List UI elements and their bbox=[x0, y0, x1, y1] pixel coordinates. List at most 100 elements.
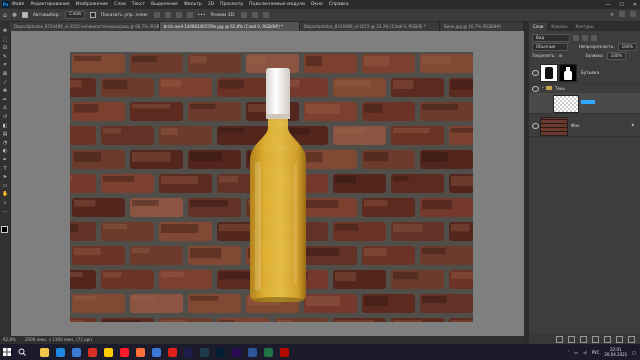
menu-item[interactable]: Окно bbox=[311, 2, 323, 7]
filter-text-icon[interactable] bbox=[591, 34, 597, 41]
opera-icon[interactable] bbox=[120, 348, 129, 357]
hand-tool-icon[interactable]: ✋ bbox=[2, 191, 8, 197]
home-icon[interactable]: ⌂ bbox=[3, 12, 7, 19]
zoom-tool-icon[interactable]: ⌕ bbox=[2, 200, 8, 206]
eye-icon[interactable] bbox=[532, 86, 539, 92]
quick-select-icon[interactable]: ✎ bbox=[2, 54, 8, 60]
edge-icon[interactable] bbox=[56, 348, 65, 357]
more-options-icon[interactable]: ••• bbox=[198, 13, 206, 18]
show-transform-checkbox[interactable] bbox=[89, 12, 96, 18]
panel-tab[interactable]: Слои bbox=[529, 22, 548, 31]
slide-3d-icon[interactable] bbox=[262, 12, 269, 18]
brush-tool-icon[interactable]: ✏ bbox=[2, 97, 8, 103]
chrome-icon[interactable] bbox=[88, 348, 97, 357]
align-center-icon[interactable] bbox=[164, 12, 171, 18]
media-encoder-icon[interactable] bbox=[200, 348, 209, 357]
filter-pixel-icon[interactable] bbox=[573, 34, 579, 41]
workspace-icon[interactable] bbox=[619, 11, 625, 17]
layer-name-edit[interactable] bbox=[581, 100, 595, 104]
align-right-icon[interactable] bbox=[175, 12, 182, 18]
healing-brush-icon[interactable]: ✚ bbox=[2, 88, 8, 94]
after-effects-icon[interactable] bbox=[184, 348, 193, 357]
history-brush-icon[interactable]: ↺ bbox=[2, 114, 8, 120]
layer-row-background[interactable]: Фон 🔒︎ bbox=[529, 114, 640, 137]
pan-3d-icon[interactable] bbox=[251, 12, 258, 18]
foreground-color-swatch[interactable] bbox=[1, 226, 8, 233]
rectangle-tool-icon[interactable]: ▭ bbox=[2, 183, 8, 189]
menu-item[interactable]: Подключаемые модули bbox=[249, 2, 305, 7]
document-canvas[interactable] bbox=[70, 52, 473, 322]
file-explorer-icon[interactable] bbox=[40, 348, 49, 357]
gradient-tool-icon[interactable]: ▤ bbox=[2, 131, 8, 137]
trash-icon[interactable] bbox=[628, 335, 635, 343]
distribute-icon[interactable] bbox=[186, 12, 193, 18]
filter-kind-dropdown[interactable]: Вид bbox=[532, 33, 570, 42]
filter-adjust-icon[interactable] bbox=[582, 34, 588, 41]
opacity-field[interactable]: 100% bbox=[617, 42, 637, 51]
panel-tab[interactable]: Контуры bbox=[571, 22, 597, 31]
new-layer-icon[interactable] bbox=[616, 335, 623, 343]
clock[interactable]: 22:01 20.04.2021 bbox=[604, 347, 627, 357]
yandex-icon[interactable] bbox=[104, 348, 113, 357]
zoom-readout[interactable]: 62,8% bbox=[3, 337, 16, 342]
path-select-icon[interactable]: ➤ bbox=[2, 174, 8, 180]
volume-icon[interactable]: ◃) bbox=[583, 350, 587, 355]
type-tool-icon[interactable]: T bbox=[2, 166, 8, 172]
menu-item[interactable]: Текст bbox=[132, 2, 145, 7]
fill-field[interactable]: 100% bbox=[606, 51, 627, 60]
menu-item[interactable]: Слои bbox=[114, 2, 126, 7]
photos-icon[interactable] bbox=[152, 348, 161, 357]
search-icon[interactable] bbox=[18, 348, 26, 356]
align-left-icon[interactable] bbox=[153, 12, 160, 18]
menu-item[interactable]: Справка bbox=[329, 2, 349, 7]
notifications-icon[interactable]: ▢ bbox=[632, 350, 636, 355]
excel-icon[interactable] bbox=[264, 348, 273, 357]
menu-item[interactable]: Файл bbox=[12, 2, 24, 7]
panel-tab[interactable]: Каналы bbox=[547, 22, 571, 31]
search-icon[interactable]: ⌕ bbox=[611, 11, 614, 19]
document-tab[interactable]: Depositphotos_8314489_xl-2015 копиинасте… bbox=[10, 22, 160, 31]
add-mask-icon[interactable] bbox=[580, 335, 587, 343]
eye-icon[interactable] bbox=[532, 70, 539, 76]
eye-icon[interactable] bbox=[532, 123, 539, 129]
acrobat-icon[interactable] bbox=[168, 348, 177, 357]
document-tab[interactable]: Depositphotos_8314489_xl-2015 @ 33,3% (С… bbox=[299, 22, 441, 31]
crop-tool-icon[interactable]: ⌗ bbox=[2, 62, 8, 68]
menu-item[interactable]: Изображение bbox=[76, 2, 108, 7]
minimize-button[interactable]: — bbox=[605, 2, 610, 8]
clone-stamp-icon[interactable]: ♙ bbox=[2, 105, 8, 111]
firefox-icon[interactable] bbox=[136, 348, 145, 357]
language-indicator[interactable]: РУС bbox=[592, 350, 600, 355]
menu-item[interactable]: Просмотр bbox=[220, 2, 243, 7]
move-tool-icon[interactable]: ✥ bbox=[2, 28, 8, 34]
chevron-up-icon[interactable]: ˄ bbox=[567, 350, 569, 355]
marquee-tool-icon[interactable]: ⬚ bbox=[2, 37, 8, 43]
document-tab[interactable]: brick-wall-1446834015f9e.jpg @ 62,8% (Сл… bbox=[159, 22, 300, 31]
maximize-button[interactable]: ☐ bbox=[619, 2, 623, 8]
lock-icon[interactable]: ⊞ bbox=[559, 53, 562, 58]
layer-row-selected[interactable] bbox=[529, 93, 640, 114]
share-icon[interactable] bbox=[630, 11, 636, 17]
frame-tool-icon[interactable]: ⊠ bbox=[2, 71, 8, 77]
menu-item[interactable]: 3D bbox=[208, 2, 214, 7]
photoshop-icon[interactable] bbox=[216, 348, 225, 357]
adjustment-icon[interactable] bbox=[592, 335, 599, 343]
autoselect-dropdown[interactable]: Слой bbox=[65, 11, 85, 19]
document-tab[interactable]: Вино.jpg @ 16,7% (RGB/8#) bbox=[440, 22, 525, 31]
pen-tool-icon[interactable]: ✒ bbox=[2, 157, 8, 163]
move-tool-icon[interactable]: ✥ bbox=[12, 12, 17, 19]
close-button[interactable]: ✕ bbox=[633, 2, 637, 8]
chevron-down-icon[interactable]: ⌄ bbox=[541, 85, 545, 90]
blend-mode-dropdown[interactable]: Обычные bbox=[532, 42, 568, 51]
layer-name[interactable]: Бутылка bbox=[581, 70, 599, 75]
menu-item[interactable]: Выделение bbox=[151, 2, 178, 7]
layer-name[interactable]: Тень bbox=[555, 86, 565, 91]
word-icon[interactable] bbox=[248, 348, 257, 357]
fx-icon[interactable] bbox=[568, 335, 575, 343]
eraser-icon[interactable]: ◧ bbox=[2, 123, 8, 129]
layer-row-bottle[interactable]: Бутылка bbox=[529, 61, 640, 84]
dodge-tool-icon[interactable]: ◐ bbox=[2, 148, 8, 154]
layer-name[interactable]: Фон bbox=[571, 123, 580, 128]
link-layers-icon[interactable] bbox=[556, 335, 563, 343]
eyedropper-icon[interactable]: ⁄ bbox=[2, 80, 8, 86]
